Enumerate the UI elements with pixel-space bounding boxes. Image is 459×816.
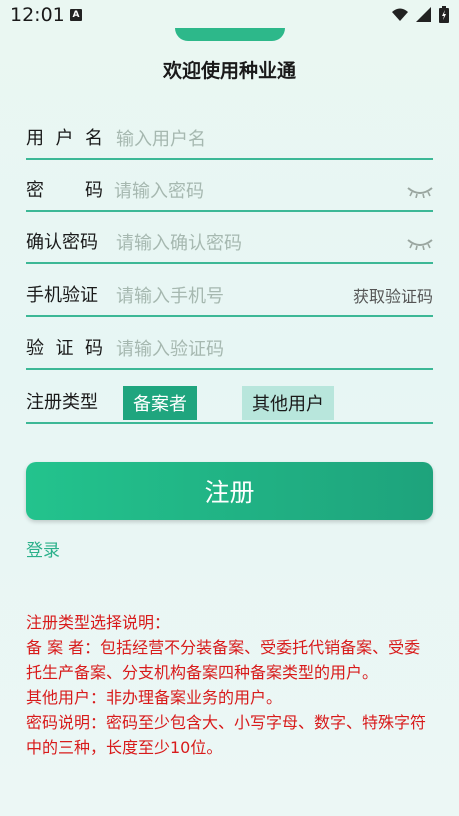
- phone-row: 手机验证 获取验证码: [26, 271, 433, 317]
- note-line: 注册类型选择说明：: [26, 613, 171, 632]
- get-code-button[interactable]: 获取验证码: [353, 283, 433, 307]
- status-time: 12:01: [10, 4, 65, 26]
- note-line: 备 案 者：包括经营不分装备案、受委托代销备案、受委托生产备案、分支机构备案四种…: [26, 638, 421, 682]
- password-label-char-2: 码: [85, 180, 103, 201]
- confirm-password-input[interactable]: [116, 230, 336, 256]
- battery-icon: [439, 6, 449, 23]
- code-label-char-2: 证: [55, 338, 74, 359]
- code-label: 验 证 码: [26, 334, 103, 360]
- login-link[interactable]: 登录: [26, 536, 60, 561]
- password-label: 密 码: [26, 176, 103, 202]
- type-option-filer[interactable]: 备案者: [123, 386, 197, 420]
- username-label-char-3: 名: [85, 128, 103, 149]
- phone-label: 手机验证: [26, 285, 98, 306]
- code-label-char-1: 验: [26, 338, 44, 359]
- reg-type-row: 注册类型 备案者 其他用户: [26, 378, 433, 424]
- system-icons: [392, 6, 449, 23]
- phone-input[interactable]: [116, 283, 336, 309]
- wifi-icon: [392, 8, 408, 21]
- code-input[interactable]: [116, 336, 336, 362]
- page-title: 欢迎使用种业通: [162, 60, 296, 82]
- logo-tab: [175, 28, 285, 41]
- notes-panel: 注册类型选择说明： 备 案 者：包括经营不分装备案、受委托代销备案、受委托生产备…: [26, 610, 436, 760]
- username-label-char-2: 户: [55, 128, 74, 149]
- username-label-char-1: 用: [26, 128, 44, 149]
- username-row: 用 户 名: [26, 114, 433, 160]
- eye-closed-icon[interactable]: [407, 186, 433, 198]
- code-row: 验 证 码: [26, 324, 433, 370]
- password-label-char-1: 密: [26, 180, 44, 201]
- password-row: 密 码: [26, 166, 433, 212]
- username-label: 用 户 名: [26, 124, 103, 150]
- confirm-password-label: 确认密码: [26, 232, 98, 253]
- note-line: 密码说明：密码至少包含大、小写字母、数字、特殊字符中的三种，长度至少10位。: [26, 713, 427, 757]
- password-input[interactable]: [114, 178, 334, 204]
- status-bar: 12:01 A: [0, 0, 459, 30]
- eye-closed-icon[interactable]: [407, 238, 433, 250]
- confirm-password-row: 确认密码: [26, 218, 433, 264]
- username-input[interactable]: [116, 126, 336, 152]
- code-label-char-3: 码: [85, 338, 103, 359]
- notification-icon: A: [70, 9, 82, 21]
- register-button[interactable]: 注册: [26, 462, 433, 520]
- signal-icon: [416, 7, 431, 22]
- note-line: 其他用户：非办理备案业务的用户。: [26, 688, 283, 707]
- type-option-other[interactable]: 其他用户: [242, 386, 334, 420]
- reg-type-label: 注册类型: [26, 392, 98, 413]
